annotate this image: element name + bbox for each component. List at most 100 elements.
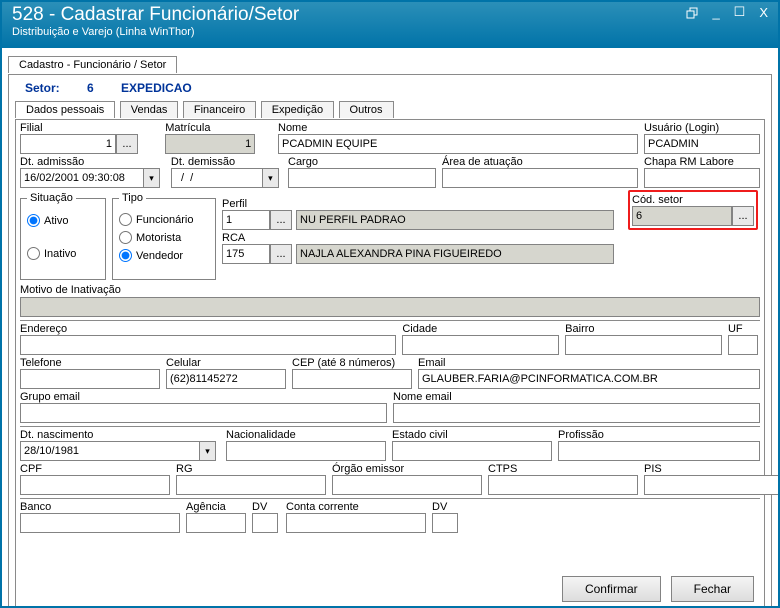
matricula-field: 1	[165, 134, 255, 154]
maximize-icon[interactable]: ☐	[730, 4, 750, 20]
label-cidade: Cidade	[402, 323, 559, 335]
chapa-input[interactable]	[644, 168, 760, 188]
filial-input[interactable]	[20, 134, 116, 154]
pis-input[interactable]	[644, 475, 780, 495]
cargo-input[interactable]	[288, 168, 436, 188]
motivo-field	[20, 297, 760, 317]
label-agencia: Agência	[186, 501, 246, 513]
dtnasc-input[interactable]	[20, 441, 200, 461]
estadocivil-input[interactable]	[392, 441, 552, 461]
codsetor-field[interactable]: 6	[632, 206, 732, 226]
uf-input[interactable]	[728, 335, 758, 355]
label-dtadm: Dt. admissão	[20, 156, 165, 168]
label-area: Área de atuação	[442, 156, 638, 168]
window-title: 528 - Cadastrar Funcionário/Setor	[12, 4, 768, 26]
conta-input[interactable]	[286, 513, 426, 533]
rca-lookup-button[interactable]: ...	[270, 244, 292, 264]
label-dv2: DV	[432, 501, 460, 513]
setor-header: Setor: 6 EXPEDICAO	[15, 79, 765, 97]
rca-input[interactable]	[222, 244, 270, 264]
codsetor-lookup-button[interactable]: ...	[732, 206, 754, 226]
label-nacionalidade: Nacionalidade	[226, 429, 386, 441]
label-banco: Banco	[20, 501, 180, 513]
label-email: Email	[418, 357, 760, 369]
agencia-input[interactable]	[186, 513, 246, 533]
rca-desc: NAJLA ALEXANDRA PINA FIGUEIREDO	[296, 244, 614, 264]
radio-motorista[interactable]: Motorista	[119, 231, 209, 244]
label-dtnasc: Dt. nascimento	[20, 429, 220, 441]
label-rca: RCA	[222, 232, 622, 244]
telefone-input[interactable]	[20, 369, 160, 389]
confirmar-button[interactable]: Confirmar	[562, 576, 661, 602]
tab-dados-pessoais[interactable]: Dados pessoais	[15, 101, 115, 118]
cep-input[interactable]	[292, 369, 412, 389]
banco-input[interactable]	[20, 513, 180, 533]
label-orgao: Órgão emissor	[332, 463, 482, 475]
label-tipo: Tipo	[119, 192, 146, 204]
profissao-input[interactable]	[558, 441, 760, 461]
label-rg: RG	[176, 463, 326, 475]
label-dtdem: Dt. demissão	[171, 156, 282, 168]
label-nomeemail: Nome email	[393, 391, 760, 403]
tab-financeiro[interactable]: Financeiro	[183, 101, 256, 118]
nomeemail-input[interactable]	[393, 403, 760, 423]
label-telefone: Telefone	[20, 357, 160, 369]
perfil-input[interactable]	[222, 210, 270, 230]
filial-lookup-button[interactable]: ...	[116, 134, 138, 154]
label-bairro: Bairro	[565, 323, 722, 335]
label-pis: PIS	[644, 463, 780, 475]
usuario-input[interactable]	[644, 134, 760, 154]
close-icon[interactable]: X	[755, 5, 772, 20]
label-usuario: Usuário (Login)	[644, 122, 760, 134]
label-celular: Celular	[166, 357, 286, 369]
label-situacao: Situação	[27, 192, 76, 204]
dtnasc-dropdown-icon[interactable]: ▾	[200, 441, 216, 461]
restore-icon[interactable]	[682, 5, 702, 20]
title-bar: 528 - Cadastrar Funcionário/Setor Distri…	[2, 2, 778, 48]
fechar-button[interactable]: Fechar	[671, 576, 754, 602]
tab-cadastro[interactable]: Cadastro - Funcionário / Setor	[8, 56, 177, 73]
label-grupoemail: Grupo email	[20, 391, 387, 403]
nacionalidade-input[interactable]	[226, 441, 386, 461]
radio-inativo[interactable]: Inativo	[27, 247, 99, 260]
minimize-icon[interactable]: _	[708, 5, 723, 20]
label-dv1: DV	[252, 501, 280, 513]
email-input[interactable]	[418, 369, 760, 389]
label-chapa: Chapa RM Labore	[644, 156, 760, 168]
label-conta: Conta corrente	[286, 501, 426, 513]
label-profissao: Profissão	[558, 429, 760, 441]
window-subtitle: Distribuição e Varejo (Linha WinThor)	[12, 26, 768, 38]
label-uf: UF	[728, 323, 760, 335]
label-estadocivil: Estado civil	[392, 429, 552, 441]
dv1-input[interactable]	[252, 513, 278, 533]
endereco-input[interactable]	[20, 335, 396, 355]
bairro-input[interactable]	[565, 335, 722, 355]
label-ctps: CTPS	[488, 463, 638, 475]
nome-input[interactable]	[278, 134, 638, 154]
grupoemail-input[interactable]	[20, 403, 387, 423]
tab-expedicao[interactable]: Expedição	[261, 101, 334, 118]
dtdem-input[interactable]	[171, 168, 263, 188]
perfil-lookup-button[interactable]: ...	[270, 210, 292, 230]
tab-vendas[interactable]: Vendas	[120, 101, 179, 118]
label-cpf: CPF	[20, 463, 170, 475]
ctps-input[interactable]	[488, 475, 638, 495]
dtdem-dropdown-icon[interactable]: ▾	[263, 168, 279, 188]
rg-input[interactable]	[176, 475, 326, 495]
cidade-input[interactable]	[402, 335, 559, 355]
cpf-input[interactable]	[20, 475, 170, 495]
celular-input[interactable]	[166, 369, 286, 389]
dv2-input[interactable]	[432, 513, 458, 533]
tab-outros[interactable]: Outros	[339, 101, 394, 118]
area-input[interactable]	[442, 168, 638, 188]
label-nome: Nome	[278, 122, 638, 134]
dtadm-dropdown-icon[interactable]: ▾	[144, 168, 160, 188]
label-cep: CEP (até 8 números)	[292, 357, 412, 369]
radio-funcionario[interactable]: Funcionário	[119, 213, 209, 226]
orgao-input[interactable]	[332, 475, 482, 495]
radio-vendedor[interactable]: Vendedor	[119, 249, 209, 262]
dtadm-input[interactable]	[20, 168, 144, 188]
label-motivo: Motivo de Inativação	[20, 284, 760, 296]
label-matricula: Matrícula	[165, 122, 272, 134]
radio-ativo[interactable]: Ativo	[27, 214, 99, 227]
